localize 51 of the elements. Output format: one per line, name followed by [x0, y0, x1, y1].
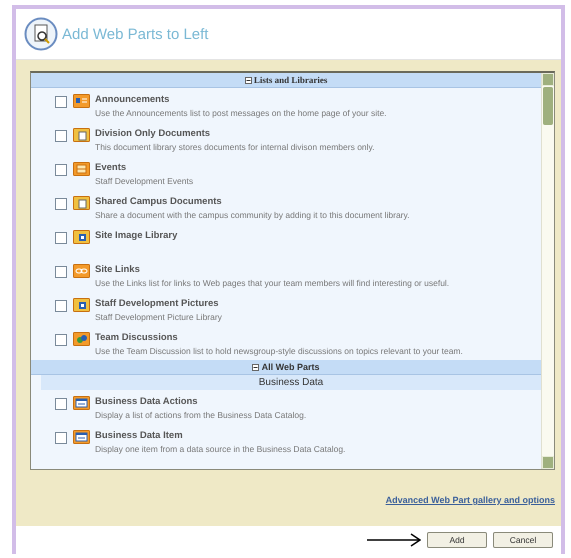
web-part-description: Use the Team Discussion list to hold newsgroup-style discussions on topics relevant to your team.: [95, 346, 463, 356]
checkbox[interactable]: [55, 96, 67, 108]
web-part-title: Site Image Library: [95, 230, 178, 241]
advanced-gallery-link[interactable]: Advanced Web Part gallery and options: [386, 495, 555, 505]
web-part-title: Events: [95, 162, 128, 173]
magnifier-page-icon: [24, 17, 58, 51]
arrow-icon: [367, 533, 421, 547]
web-part-icon: [73, 162, 90, 176]
dialog-button[interactable]: Cancel: [493, 532, 553, 548]
web-part-description: Use the Announcements list to post messages on the home page of your site.: [95, 108, 387, 118]
group-header: Business Data: [41, 375, 541, 390]
web-part-title: Team Discussions: [95, 332, 179, 343]
web-part-title: Announcements: [95, 94, 170, 105]
web-part-description: Use the Links list for links to Web pages that your team members will find interesting or useful.: [95, 278, 450, 288]
checkbox[interactable]: [55, 198, 67, 210]
web-part-icon: [73, 430, 90, 444]
web-part-title: Division Only Documents: [95, 128, 212, 139]
checkbox[interactable]: [55, 432, 67, 444]
web-part-icon: [73, 128, 90, 142]
web-part-title: Business Data Item: [95, 430, 184, 441]
web-part-icon: [73, 332, 90, 346]
web-part-description: This document library stores documents for internal divison members only.: [95, 142, 375, 152]
web-part-description: Display one item from a data source in the Business Data Catalog.: [95, 444, 346, 454]
web-part-title: Business Data Actions: [95, 396, 199, 407]
web-part-title: Site Links: [95, 264, 141, 275]
web-part-description: Display a list of actions from the Business Data Catalog.: [95, 410, 306, 420]
section-header[interactable]: All Web Parts: [31, 360, 541, 375]
collapse-icon[interactable]: [252, 364, 260, 371]
web-part-icon: [73, 264, 90, 278]
web-part-description: Staff Development Events: [95, 176, 194, 186]
web-part-icon: [73, 298, 90, 312]
checkbox[interactable]: [55, 300, 67, 312]
section-header[interactable]: Lists and Libraries: [31, 73, 541, 88]
checkbox[interactable]: [55, 130, 67, 142]
web-part-description: Share a document with the campus community by adding it to this document library.: [95, 210, 410, 220]
web-part-icon: [73, 396, 90, 410]
web-part-icon: [73, 230, 90, 244]
web-part-icon: [73, 196, 90, 210]
web-part-description: Staff Development Picture Library: [95, 312, 222, 322]
checkbox[interactable]: [55, 232, 67, 244]
scrollbar[interactable]: [541, 73, 554, 469]
checkbox[interactable]: [55, 398, 67, 410]
collapse-icon[interactable]: [244, 77, 252, 84]
web-part-title: Shared Campus Documents: [95, 196, 223, 207]
dialog-button[interactable]: Add: [427, 532, 487, 548]
checkbox[interactable]: [55, 266, 67, 278]
dialog-title: Add Web Parts to Left: [62, 26, 208, 42]
web-part-title: Staff Development Pictures: [95, 298, 220, 309]
checkbox[interactable]: [55, 164, 67, 176]
web-part-icon: [73, 94, 90, 108]
checkbox[interactable]: [55, 334, 67, 346]
